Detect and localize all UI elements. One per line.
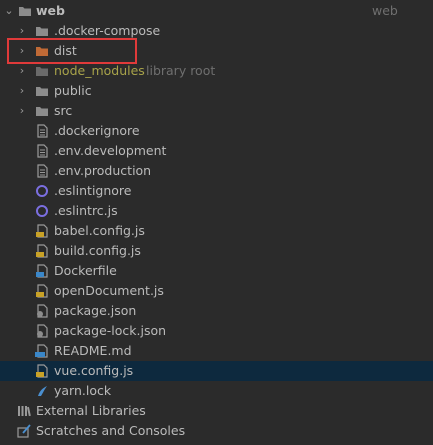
tree-row-public[interactable]: › public [0, 81, 433, 101]
tree-row-eslintrc[interactable]: .eslintrc.js [0, 201, 433, 221]
tree-row-dockerignore[interactable]: .dockerignore [0, 121, 433, 141]
eslint-icon [36, 185, 48, 197]
tree-row-src[interactable]: › src [0, 101, 433, 121]
chevron-right-icon[interactable]: › [16, 101, 28, 121]
chevron-right-icon[interactable] [3, 401, 15, 421]
tree-row-env-development[interactable]: .env.development [0, 141, 433, 161]
file-label: build.config.js [54, 243, 141, 258]
tree-row-readme[interactable]: README.md [0, 341, 433, 361]
json-file-icon [37, 324, 48, 338]
scratches-icon [17, 424, 31, 438]
file-label: .env.development [54, 143, 167, 158]
chevron-down-icon[interactable]: ⌄ [3, 1, 15, 21]
file-label: Dockerfile [54, 263, 117, 278]
root-folder-hint: web [372, 3, 398, 18]
folder-label: node_modules [54, 63, 145, 78]
root-folder-label: web [36, 3, 65, 18]
tree-row-babel-config[interactable]: babel.config.js [0, 221, 433, 241]
text-file-icon [37, 164, 48, 178]
external-libraries-label: External Libraries [36, 403, 146, 418]
folder-icon [36, 107, 48, 116]
file-label: vue.config.js [54, 363, 134, 378]
file-label: babel.config.js [54, 223, 145, 238]
json-file-icon [37, 304, 48, 318]
text-file-icon [37, 124, 48, 138]
js-file-icon [36, 224, 48, 238]
folder-icon [19, 7, 31, 16]
folder-label: src [54, 103, 73, 118]
tree-row-node-modules[interactable]: › node_modules library root [0, 61, 433, 81]
library-root-hint: library root [146, 63, 216, 78]
project-tree: ⌄ web web › .docker-compose › dist › nod… [0, 0, 433, 445]
tree-row-yarn-lock[interactable]: yarn.lock [0, 381, 433, 401]
chevron-right-icon[interactable]: › [16, 81, 28, 101]
folder-label: public [54, 83, 92, 98]
tree-row-scratches[interactable]: Scratches and Consoles [0, 421, 433, 441]
folder-icon [36, 87, 48, 96]
file-label: openDocument.js [54, 283, 164, 298]
file-label: .env.production [54, 163, 152, 178]
file-label: .eslintrc.js [54, 203, 118, 218]
tree-row-external-libraries[interactable]: External Libraries [0, 401, 433, 421]
file-label: .eslintignore [54, 183, 132, 198]
js-file-icon [36, 244, 48, 258]
file-label: .dockerignore [54, 123, 140, 138]
tree-row-root[interactable]: ⌄ web web [0, 1, 433, 21]
file-label: package.json [54, 303, 137, 318]
markdown-file-icon [35, 344, 48, 358]
file-label: yarn.lock [54, 383, 112, 398]
folder-icon [36, 27, 48, 36]
tree-row-eslintignore[interactable]: .eslintignore [0, 181, 433, 201]
tree-row-env-production[interactable]: .env.production [0, 161, 433, 181]
eslint-icon [36, 205, 48, 217]
file-label: package-lock.json [54, 323, 167, 338]
tree-row-package-json[interactable]: package.json [0, 301, 433, 321]
js-file-icon [36, 364, 48, 378]
yarn-icon [38, 386, 47, 396]
tree-row-build-config[interactable]: build.config.js [0, 241, 433, 261]
folder-icon [36, 67, 48, 76]
scratches-label: Scratches and Consoles [36, 423, 186, 438]
library-icon [18, 406, 31, 417]
text-file-icon [37, 144, 48, 158]
file-label: README.md [54, 343, 132, 358]
tree-row-vue-config[interactable]: vue.config.js [0, 361, 433, 381]
js-file-icon [36, 284, 48, 298]
tree-row-dockerfile[interactable]: Dockerfile [0, 261, 433, 281]
chevron-right-icon[interactable]: › [16, 61, 28, 81]
tree-row-package-lock[interactable]: package-lock.json [0, 321, 433, 341]
tree-row-opendocument[interactable]: openDocument.js [0, 281, 433, 301]
docker-file-icon [36, 264, 48, 278]
